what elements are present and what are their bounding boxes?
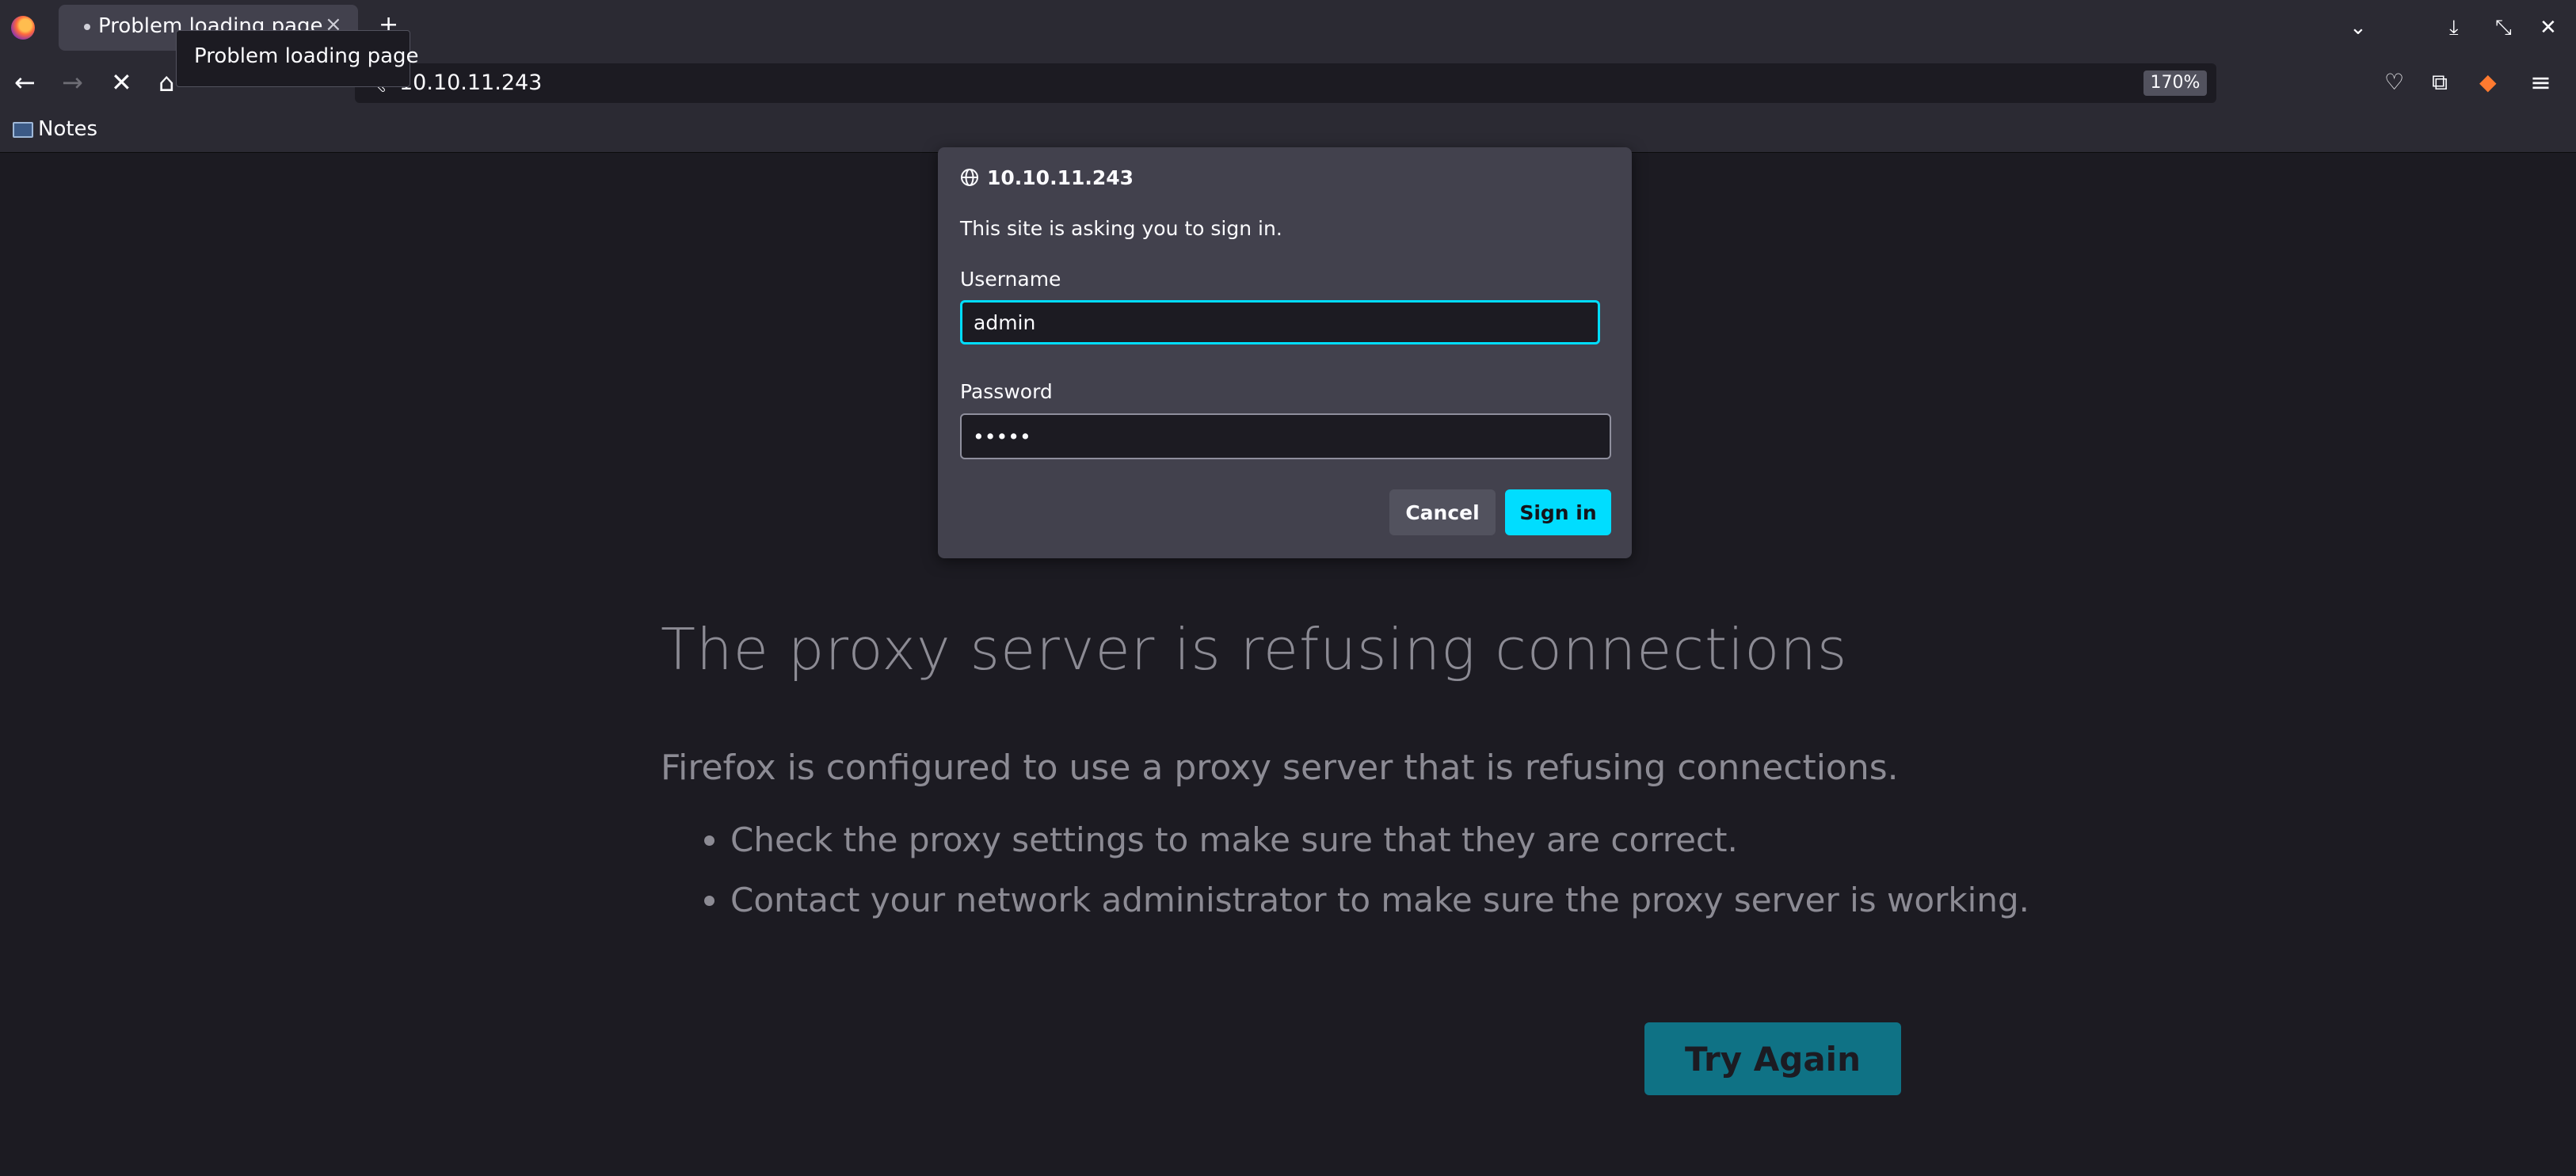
tab-tooltip: Problem loading page	[176, 30, 419, 87]
url-bar[interactable]: 🔍︎ 10.10.11.243 170%	[355, 63, 2216, 103]
firefox-logo-icon[interactable]	[11, 16, 35, 40]
stop-icon[interactable]: ✕	[111, 67, 132, 98]
sign-in-button[interactable]: Sign in	[1505, 489, 1611, 535]
password-input[interactable]	[960, 413, 1611, 459]
error-suggestions: Check the proxy settings to make sure th…	[661, 820, 2029, 941]
globe-icon	[961, 169, 978, 186]
tooltip-text: Problem loading page	[194, 44, 419, 68]
fox-extension-icon[interactable]: ◆	[2479, 67, 2497, 98]
suggestion-item: Contact your network administrator to ma…	[730, 881, 2029, 941]
hamburger-menu-icon[interactable]: ≡	[2530, 67, 2551, 98]
cancel-button[interactable]: Cancel	[1389, 489, 1496, 535]
zoom-level-badge[interactable]: 170%	[2143, 70, 2207, 96]
computer-icon	[13, 122, 33, 138]
username-label: Username	[960, 268, 1061, 291]
pocket-icon[interactable]: ♡	[2384, 67, 2404, 98]
dialog-host: 10.10.11.243	[987, 166, 1134, 189]
list-tabs-icon[interactable]: ⌄	[2349, 16, 2367, 40]
error-description: Firefox is configured to use a proxy ser…	[661, 748, 1899, 788]
tab-loading-indicator	[84, 24, 90, 30]
restore-icon[interactable]: ⤡	[2495, 16, 2512, 40]
username-input[interactable]	[960, 300, 1600, 344]
dialog-message: This site is asking you to sign in.	[960, 217, 1282, 240]
home-icon[interactable]: ⌂	[158, 67, 174, 98]
bookmark-item-notes[interactable]: Notes	[38, 117, 97, 141]
forward-arrow-icon[interactable]: →	[62, 67, 83, 98]
close-window-icon[interactable]: ✕	[2540, 16, 2557, 40]
error-title: The proxy server is refusing connections	[661, 616, 1848, 683]
bookmarks-toolbar: Notes	[0, 108, 2576, 153]
minimize-icon[interactable]: ⤓	[2449, 16, 2459, 40]
back-arrow-icon[interactable]: ←	[14, 67, 36, 98]
extensions-icon[interactable]: ⧉	[2432, 67, 2448, 98]
suggestion-item: Check the proxy settings to make sure th…	[730, 820, 2029, 881]
try-again-button[interactable]: Try Again	[1644, 1022, 1901, 1095]
auth-dialog: 10.10.11.243 This site is asking you to …	[938, 147, 1632, 558]
password-label: Password	[960, 380, 1053, 403]
url-text[interactable]: 10.10.11.243	[399, 70, 542, 95]
